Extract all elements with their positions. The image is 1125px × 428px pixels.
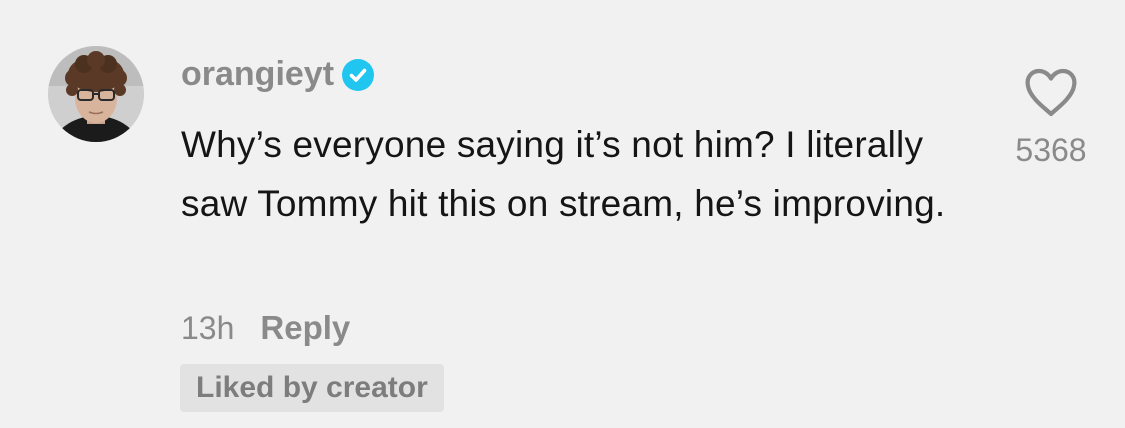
comment-timestamp: 13h [181,310,235,346]
like-count: 5368 [1015,132,1087,168]
avatar-image [48,46,144,142]
reply-button[interactable]: Reply [260,306,350,350]
avatar[interactable] [48,46,144,142]
liked-by-creator-label: Liked by creator [196,371,428,404]
comment-text: Why’s everyone saying it’s not him? I li… [181,124,946,224]
comment-meta-row: 13h Reply [181,306,350,350]
liked-by-creator-badge: Liked by creator [180,364,444,412]
like-control: 5368 [995,68,1107,170]
verified-check-icon [342,59,375,91]
comment-item: orangieyt Why’s everyone saying it’s not… [0,0,1125,428]
comment-author-row: orangieyt [181,52,375,96]
heart-outline-icon[interactable] [1024,68,1078,118]
username[interactable]: orangieyt [181,52,334,96]
